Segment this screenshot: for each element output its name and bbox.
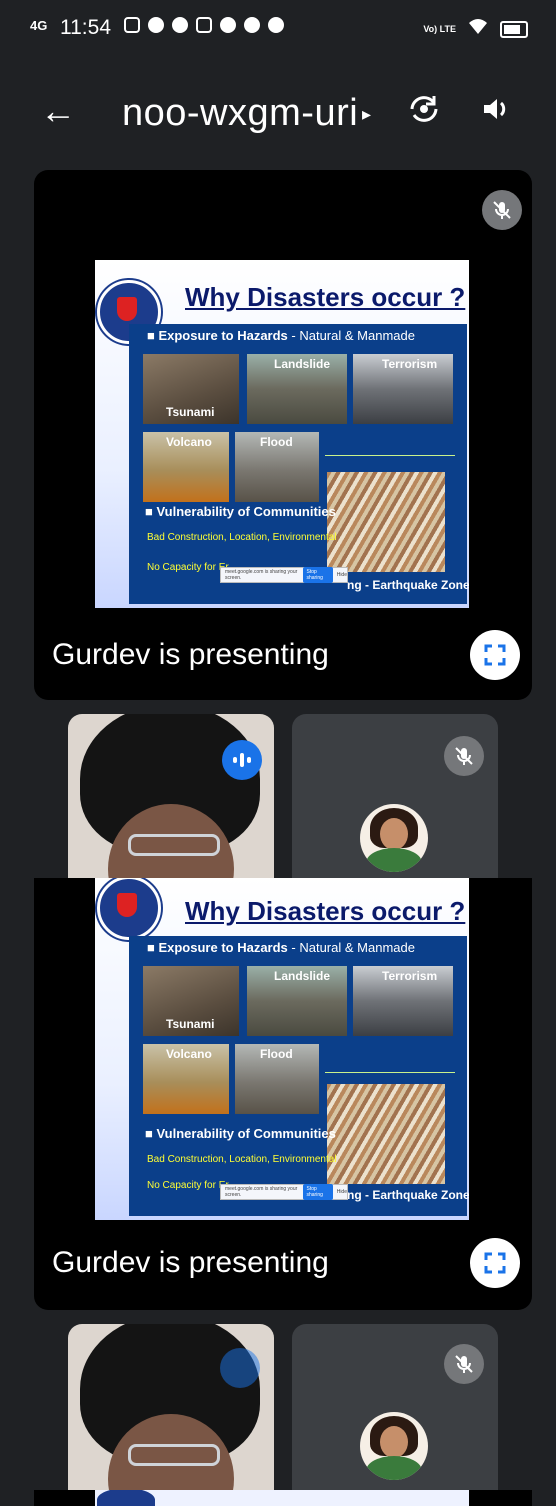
college-seal-logo [97,878,161,940]
circle-icon [268,17,284,33]
bullet-rest: - Natural & Manmade [287,328,415,343]
wifi-icon [468,17,488,41]
slum-photo [327,1084,445,1184]
status-bar: 4G 11:54 Vo) LTE [0,0,556,62]
clock: 11:54 [60,16,111,39]
photo-caption: Volcano [166,435,212,449]
participant-glasses [128,834,220,856]
bullet-bold: Exposure to Hazards [158,328,288,343]
participant-tile-muted[interactable] [292,1324,498,1490]
shared-slide: Why Disasters occur ? ■ Exposure to Haza… [95,260,469,608]
slide-sub-bullet: No Capacity for Er [147,1180,229,1191]
shared-slide [95,1490,469,1506]
slum-photo [327,472,445,572]
hide-button[interactable]: Hide [337,1189,347,1195]
fullscreen-icon [484,1252,506,1274]
chat-icon [148,17,164,33]
photo-caption: Flood [260,435,293,449]
avatar [360,804,428,872]
participant-tile-speaker[interactable] [68,1324,274,1506]
photo-caption: Volcano [166,1047,212,1061]
slide-earthquake-caption: ng - Earthquake Zone [347,578,469,592]
hide-button[interactable]: Hide [337,572,347,578]
send-icon [172,17,188,33]
share-notice: meet.google.com is sharing your screen. [225,1186,298,1198]
photo-caption: Flood [260,1047,293,1061]
share-notice: meet.google.com is sharing your screen. [225,569,298,581]
presentation-tile-partial[interactable] [34,1490,532,1506]
slide-title: Why Disasters occur ? [185,896,466,926]
photo-icon [196,17,212,33]
presentation-tile[interactable]: Why Disasters occur ? ■ Exposure to Haza… [34,878,532,1310]
bullet-text: Vulnerability of Communities [156,1126,336,1141]
bullet-rest: - Natural & Manmade [287,940,415,955]
stop-sharing-button[interactable]: Stop sharing [303,1184,333,1200]
photo-caption: Terrorism [382,969,438,983]
fullscreen-button[interactable] [470,630,520,680]
participant-glasses [128,1444,220,1466]
slide-title: Why Disasters occur ? [185,282,466,312]
meeting-top-bar: ← noo-wxgm-uri ▸ [0,70,556,160]
slide-bullet-vulnerability: ■ Vulnerability of Communities [145,1126,336,1141]
fullscreen-button[interactable] [470,1238,520,1288]
mic-off-icon [482,190,522,230]
landslide-photo: Landslide [247,966,347,1036]
bullet-text: Vulnerability of Communities [156,504,336,519]
tsunami-photo: Tsunami [143,354,239,424]
photo-caption: Landslide [274,969,331,983]
tsunami-photo: Tsunami [143,966,239,1036]
stop-sharing-button[interactable]: Stop sharing [303,567,333,583]
bullet-bold: Exposure to Hazards [158,940,288,955]
slide-divider [325,1072,455,1073]
volcano-photo: Volcano [143,432,229,502]
notification-icons [124,17,284,33]
presenting-label: Gurdev is presenting [52,1246,329,1279]
check-icon [244,17,260,33]
fullscreen-icon [484,644,506,666]
volcano-photo: Volcano [143,1044,229,1114]
college-seal-logo [97,1490,155,1506]
presentation-tile[interactable]: Why Disasters occur ? ■ Exposure to Haza… [34,170,532,700]
battery-icon [500,20,528,38]
screen-share-bar: meet.google.com is sharing your screen. … [220,567,348,583]
presenting-label: Gurdev is presenting [52,638,329,671]
slide-earthquake-caption: ng - Earthquake Zone [347,1188,469,1202]
shared-slide: Why Disasters occur ? ■ Exposure to Haza… [95,878,469,1220]
photo-caption: Landslide [274,357,331,371]
a-icon [220,17,236,33]
slide-sub-bullet: No Capacity for Er [147,562,229,573]
signal-indicator: 4G [30,18,48,33]
slide-bullet-vulnerability: ■ Vulnerability of Communities [145,504,336,519]
speaker-icon[interactable] [481,94,511,132]
photo-caption: Terrorism [382,357,438,371]
flood-photo: Flood [235,1044,319,1114]
slide-divider [325,455,455,456]
volte-indicator: Vo) LTE [423,23,456,34]
camera-switch-icon[interactable] [407,92,441,135]
mic-off-icon [444,736,484,776]
slide-sub-bullet: Bad Construction, Location, Environmenta… [147,532,337,543]
arrow-left-icon[interactable]: ← [40,90,76,132]
slide-sub-bullet: Bad Construction, Location, Environmenta… [147,1154,337,1165]
terrorism-photo: Terrorism [353,966,453,1036]
slide-bullet-exposure: ■ Exposure to Hazards - Natural & Manmad… [147,328,415,343]
gallery-icon [124,17,140,33]
terrorism-photo: Terrorism [353,354,453,424]
photo-caption: Tsunami [166,1017,215,1031]
screen-share-bar: meet.google.com is sharing your screen. … [220,1184,348,1200]
chevron-right-icon[interactable]: ▸ [362,104,371,125]
speaking-indicator-icon [220,1348,260,1388]
slide-bullet-exposure: ■ Exposure to Hazards - Natural & Manmad… [147,940,415,955]
flood-photo: Flood [235,432,319,502]
mic-off-icon [444,1344,484,1384]
photo-caption: Tsunami [166,405,215,419]
meeting-code[interactable]: noo-wxgm-uri [122,92,358,135]
avatar [360,1412,428,1480]
speaking-indicator-icon [222,740,262,780]
landslide-photo: Landslide [247,354,347,424]
